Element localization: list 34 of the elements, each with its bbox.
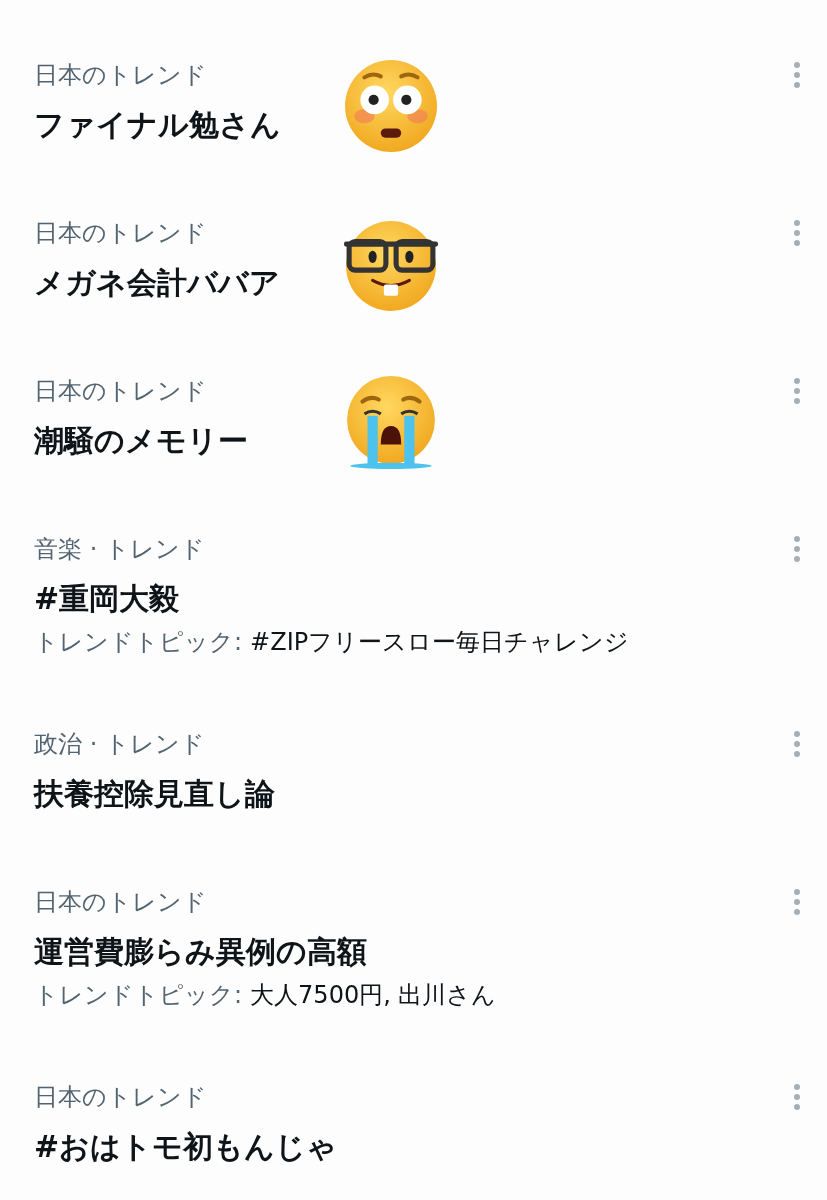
trend-category: 日本のトレンド [34, 60, 207, 91]
trend-title: #おはトモ初もんじゃ [34, 1128, 338, 1166]
more-icon[interactable] [793, 62, 801, 88]
trend-item[interactable]: 日本のトレンド 潮騒のメモリー [0, 375, 827, 533]
flushed-face-icon [344, 59, 438, 153]
topic-label: トレンドトピック: [34, 627, 243, 658]
topic-text: 大人7500円, 出川さん [250, 980, 497, 1011]
trend-title: 潮騒のメモリー [34, 422, 248, 460]
trend-item[interactable]: 日本のトレンド メガネ会計ババア [0, 217, 827, 375]
trend-category: 日本のトレンド [34, 1082, 207, 1113]
more-icon[interactable] [793, 536, 801, 562]
trend-item[interactable]: 政治 · トレンド 扶養控除見直し論 [0, 728, 827, 886]
more-icon[interactable] [793, 220, 801, 246]
trend-title: 扶養控除見直し論 [34, 775, 275, 813]
more-icon[interactable] [793, 1084, 801, 1110]
trend-item[interactable]: 日本のトレンド 運営費膨らみ異例の高額 トレンドトピック: 大人7500円, 出川さん [0, 886, 827, 1081]
trend-title: 運営費膨らみ異例の高額 [34, 933, 367, 971]
more-icon[interactable] [793, 731, 801, 757]
more-icon[interactable] [793, 889, 801, 915]
trend-item[interactable]: 音楽 · トレンド #重岡大毅 トレンドトピック: #ZIPフリースロー毎日チャレンジ [0, 533, 827, 728]
trend-title: メガネ会計ババア [34, 264, 280, 302]
more-icon[interactable] [793, 378, 801, 404]
trend-category: 日本のトレンド [34, 887, 207, 918]
trend-title: ファイナル勉さん [34, 106, 281, 144]
trend-item[interactable]: 日本のトレンド ファイナル勉さん [0, 59, 827, 217]
topic-text: #ZIPフリースロー毎日チャレンジ [250, 627, 630, 658]
topic-label: トレンドトピック: [34, 980, 243, 1011]
crying-face-icon [344, 375, 438, 469]
trend-category: 政治 · トレンド [34, 729, 205, 760]
trend-category: 音楽 · トレンド [34, 534, 205, 565]
trend-item[interactable]: 日本のトレンド #おはトモ初もんじゃ [0, 1081, 827, 1169]
trend-title: #重岡大毅 [34, 580, 180, 618]
trend-category: 日本のトレンド [34, 218, 207, 249]
trend-category: 日本のトレンド [34, 376, 207, 407]
